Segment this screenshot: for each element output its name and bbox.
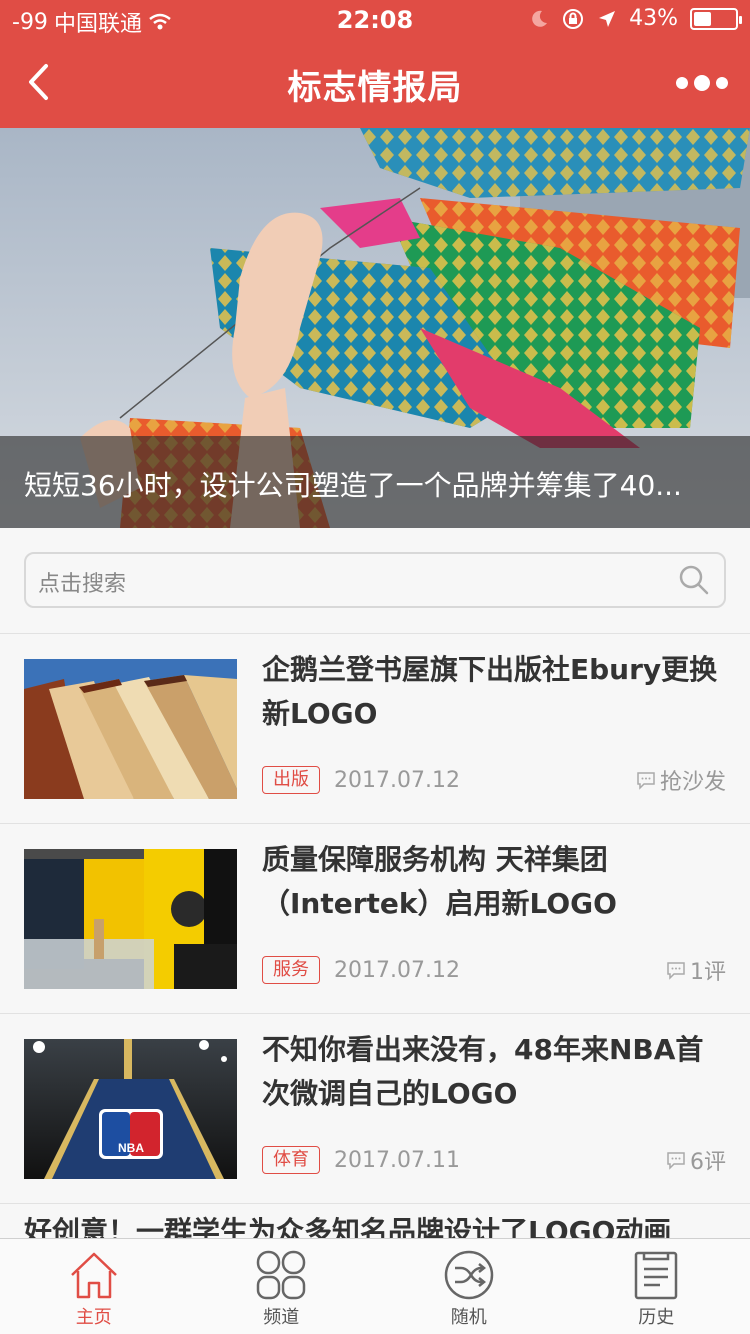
article-thumbnail bbox=[24, 849, 237, 989]
tab-random[interactable]: 随机 bbox=[375, 1239, 563, 1334]
history-icon bbox=[635, 1251, 678, 1300]
article-meta: 服务 2017.07.12 1评 bbox=[262, 954, 726, 986]
article-item[interactable]: NBA 不知你看出来没有，48年来NBA首次微调自己的LOGO 体育 2017.… bbox=[0, 1014, 750, 1204]
search-placeholder: 点击搜索 bbox=[38, 572, 127, 597]
location-icon bbox=[599, 10, 616, 27]
article-date: 2017.07.12 bbox=[334, 957, 460, 983]
more-dot-icon bbox=[694, 75, 710, 91]
search-icon[interactable] bbox=[678, 564, 710, 596]
article-meta: 出版 2017.07.12 抢沙发 bbox=[262, 764, 726, 796]
battery-fill bbox=[694, 11, 711, 26]
article-list: 企鹅兰登书屋旗下出版社Ebury更换新LOGO 出版 2017.07.12 抢沙… bbox=[0, 634, 750, 1254]
more-button[interactable] bbox=[672, 60, 732, 106]
comment-count[interactable]: 6评 bbox=[666, 1144, 726, 1176]
article-item[interactable]: 企鹅兰登书屋旗下出版社Ebury更换新LOGO 出版 2017.07.12 抢沙… bbox=[0, 634, 750, 824]
tab-label: 随机 bbox=[450, 1307, 487, 1328]
category-tag[interactable]: 体育 bbox=[262, 1146, 320, 1174]
category-tag[interactable]: 服务 bbox=[262, 956, 320, 984]
comment-count[interactable]: 抢沙发 bbox=[636, 764, 726, 796]
hero-caption: 短短36小时，设计公司塑造了一个品牌并筹集了40... bbox=[0, 436, 750, 528]
comment-icon bbox=[667, 1152, 685, 1170]
tab-bar: 主页 频道 随机 历史 bbox=[0, 1238, 750, 1334]
moon-icon bbox=[532, 10, 548, 27]
books-image bbox=[24, 659, 237, 799]
shuffle-icon bbox=[444, 1250, 493, 1300]
tab-channels[interactable]: 频道 bbox=[188, 1239, 376, 1334]
hero-banner[interactable]: 短短36小时，设计公司塑造了一个品牌并筹集了40... bbox=[0, 128, 750, 528]
channels-icon bbox=[257, 1250, 306, 1300]
article-date: 2017.07.12 bbox=[334, 767, 460, 793]
comment-icon bbox=[637, 772, 655, 790]
svg-text:NBA: NBA bbox=[118, 1141, 144, 1155]
rotation-lock-icon bbox=[563, 8, 584, 29]
comment-label: 1评 bbox=[690, 960, 726, 985]
article-title[interactable]: 质量保障服务机构 天祥集团（Intertek）启用新LOGO bbox=[262, 838, 730, 926]
comment-icon bbox=[667, 962, 685, 980]
exhibition-image bbox=[24, 849, 237, 989]
page-title: 标志情报局 bbox=[287, 68, 463, 108]
more-dot-icon bbox=[676, 77, 688, 89]
article-meta: 体育 2017.07.11 6评 bbox=[262, 1144, 726, 1176]
nav-bar: 标志情报局 bbox=[0, 40, 750, 128]
nba-court-image: NBA bbox=[24, 1039, 237, 1179]
comment-label: 6评 bbox=[690, 1150, 726, 1175]
article-date: 2017.07.11 bbox=[334, 1147, 460, 1173]
app-header: -99 中国联通 22:08 43% 标志情报局 bbox=[0, 0, 750, 128]
more-dot-icon bbox=[716, 77, 728, 89]
article-title[interactable]: 不知你看出来没有，48年来NBA首次微调自己的LOGO bbox=[262, 1028, 730, 1116]
tab-label: 历史 bbox=[638, 1307, 675, 1328]
article-thumbnail: NBA bbox=[24, 1039, 237, 1179]
home-icon bbox=[70, 1252, 117, 1299]
tab-label: 主页 bbox=[75, 1307, 112, 1328]
comment-count[interactable]: 1评 bbox=[666, 954, 726, 986]
battery-icon bbox=[690, 7, 742, 30]
category-tag[interactable]: 出版 bbox=[262, 766, 320, 794]
article-item[interactable]: 质量保障服务机构 天祥集团（Intertek）启用新LOGO 服务 2017.0… bbox=[0, 824, 750, 1014]
article-thumbnail bbox=[24, 659, 237, 799]
status-bar: -99 中国联通 22:08 43% bbox=[0, 0, 750, 40]
comment-label: 抢沙发 bbox=[659, 770, 726, 795]
battery-percent: 43% bbox=[629, 6, 678, 31]
search-input[interactable]: 点击搜索 bbox=[24, 552, 726, 608]
search-section: 点击搜索 bbox=[0, 528, 750, 634]
article-title[interactable]: 企鹅兰登书屋旗下出版社Ebury更换新LOGO bbox=[262, 648, 730, 736]
tab-label: 频道 bbox=[263, 1307, 300, 1328]
tab-home[interactable]: 主页 bbox=[0, 1239, 188, 1334]
tab-history[interactable]: 历史 bbox=[563, 1239, 750, 1334]
